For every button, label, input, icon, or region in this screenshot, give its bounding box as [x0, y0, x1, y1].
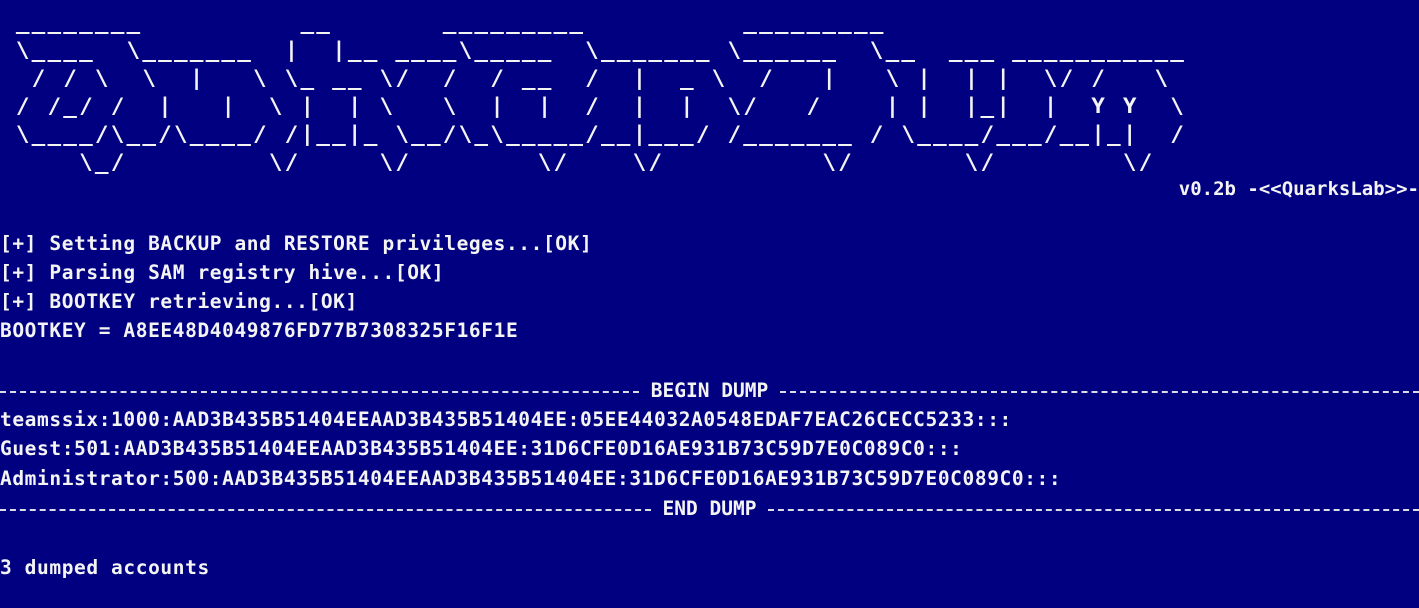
version-tag: v0.2b -<<QuarksLab>>- — [1178, 178, 1419, 200]
ascii-art-logo: ________ __ _________ _________ \____ \_… — [15, 10, 1187, 174]
begin-dump-rule: BEGIN DUMP — [0, 378, 1419, 404]
rule-dash-right — [780, 391, 1419, 393]
status-line-privileges: [+] Setting BACKUP and RESTORE privilege… — [0, 232, 593, 255]
dump-summary: 3 dumped accounts — [0, 556, 210, 579]
begin-dump-label: BEGIN DUMP — [650, 379, 769, 402]
rule-dash-left — [0, 391, 639, 393]
console-window: ________ __ _________ _________ \____ \_… — [0, 0, 1419, 608]
dump-entry: teamssix:1000:AAD3B435B51404EEAAD3B435B5… — [0, 408, 1012, 431]
end-dump-rule: END DUMP — [0, 496, 1419, 522]
status-line-sam-hive: [+] Parsing SAM registry hive...[OK] — [0, 261, 445, 284]
bootkey-value: BOOTKEY = A8EE48D4049876FD77B7308325F16F… — [0, 319, 519, 342]
end-dump-label: END DUMP — [662, 497, 757, 520]
status-line-bootkey: [+] BOOTKEY retrieving...[OK] — [0, 290, 358, 313]
rule-dash-left — [0, 509, 651, 511]
dump-entry: Guest:501:AAD3B435B51404EEAAD3B435B51404… — [0, 437, 963, 460]
rule-dash-right — [768, 509, 1419, 511]
dump-entry: Administrator:500:AAD3B435B51404EEAAD3B4… — [0, 467, 1062, 490]
